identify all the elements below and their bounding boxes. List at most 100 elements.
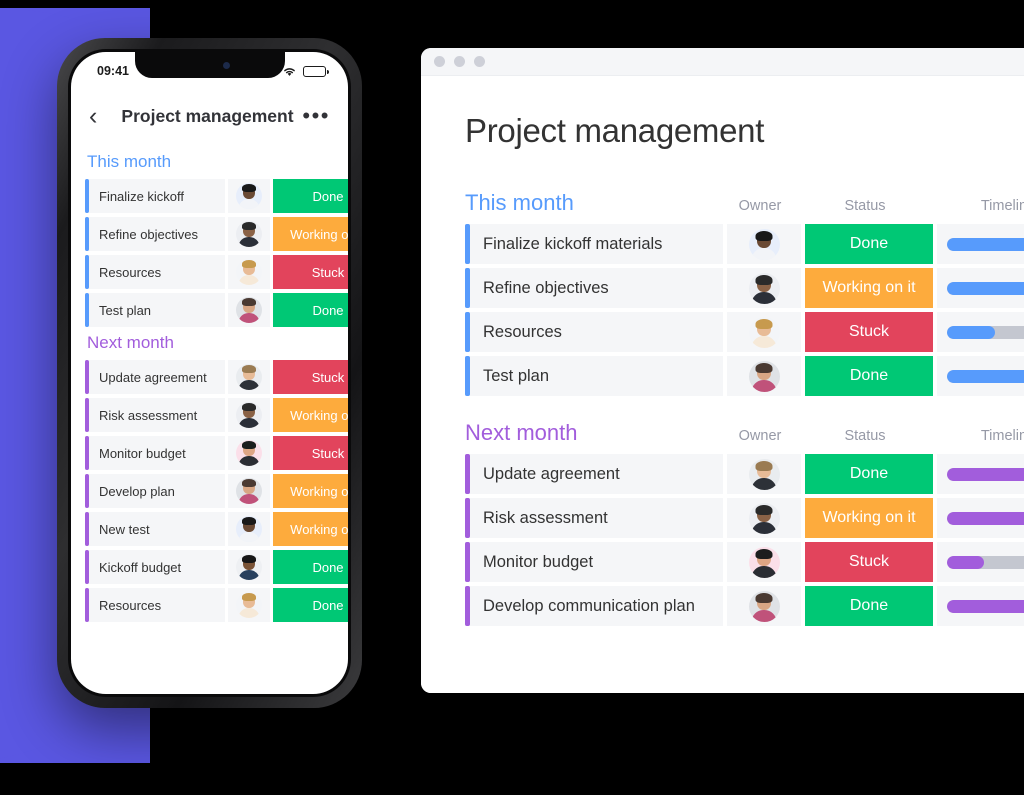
table-row[interactable]: Risk assessment Working on it [465, 498, 1024, 538]
phone-status-cell[interactable]: Done [273, 550, 348, 584]
timeline-track [947, 467, 1024, 481]
phone-status-cell[interactable]: Stuck [273, 360, 348, 394]
timeline-cell[interactable] [937, 542, 1024, 582]
window-minimize-dot[interactable] [454, 56, 465, 67]
phone-page-title: Project management [121, 105, 294, 126]
phone-task-name[interactable]: Finalize kickoff [85, 179, 225, 213]
phone-owner-cell[interactable] [228, 293, 270, 327]
phone-list-item[interactable]: Resources Done [85, 588, 348, 622]
phone-owner-cell[interactable] [228, 255, 270, 289]
task-name-cell[interactable]: Monitor budget [465, 542, 723, 582]
owner-cell[interactable] [727, 312, 801, 352]
table-row[interactable]: Update agreement Done [465, 454, 1024, 494]
status-cell[interactable]: Done [805, 356, 933, 396]
task-name-cell[interactable]: Test plan [465, 356, 723, 396]
table-row[interactable]: Develop communication plan Done [465, 586, 1024, 626]
phone-list-item[interactable]: Finalize kickoff Done [85, 179, 348, 213]
phone-task-name[interactable]: Test plan [85, 293, 225, 327]
phone-list-item[interactable]: Test plan Done [85, 293, 348, 327]
back-icon[interactable]: ‹ [89, 103, 115, 129]
timeline-cell[interactable] [937, 454, 1024, 494]
table-row[interactable]: Finalize kickoff materials Done [465, 224, 1024, 264]
phone-status-cell[interactable]: Stuck [273, 436, 348, 470]
table-row[interactable]: Refine objectives Working on it [465, 268, 1024, 308]
phone-owner-cell[interactable] [228, 436, 270, 470]
phone-owner-cell[interactable] [228, 179, 270, 213]
phone-owner-cell[interactable] [228, 360, 270, 394]
phone-task-name[interactable]: Monitor budget [85, 436, 225, 470]
avatar-woman-glasses [236, 516, 262, 542]
status-cell[interactable]: Stuck [805, 312, 933, 352]
task-name-cell[interactable]: Risk assessment [465, 498, 723, 538]
timeline-fill [947, 467, 1024, 481]
phone-list-item[interactable]: Refine objectives Working on it [85, 217, 348, 251]
phone-owner-cell[interactable] [228, 512, 270, 546]
task-name-cell[interactable]: Develop communication plan [465, 586, 723, 626]
timeline-fill [947, 555, 985, 569]
window-maximize-dot[interactable] [474, 56, 485, 67]
timeline-cell[interactable] [937, 312, 1024, 352]
phone-status-cell[interactable]: Working on it [273, 398, 348, 432]
phone-owner-cell[interactable] [228, 588, 270, 622]
phone-owner-cell[interactable] [228, 217, 270, 251]
phone-status-cell[interactable]: Working on it [273, 512, 348, 546]
phone-status-cell[interactable]: Working on it [273, 474, 348, 508]
owner-cell[interactable] [727, 356, 801, 396]
status-cell[interactable]: Working on it [805, 268, 933, 308]
phone-list-item[interactable]: Kickoff budget Done [85, 550, 348, 584]
owner-cell[interactable] [727, 542, 801, 582]
task-name-cell[interactable]: Refine objectives [465, 268, 723, 308]
phone-task-name[interactable]: Resources [85, 588, 225, 622]
phone-task-name[interactable]: Refine objectives [85, 217, 225, 251]
phone-list-item[interactable]: Monitor budget Stuck [85, 436, 348, 470]
phone-group-title[interactable]: This month [87, 152, 348, 172]
phone-status-cell[interactable]: Stuck [273, 255, 348, 289]
timeline-cell[interactable] [937, 224, 1024, 264]
task-name-cell[interactable]: Update agreement [465, 454, 723, 494]
timeline-cell[interactable] [937, 356, 1024, 396]
phone-owner-cell[interactable] [228, 550, 270, 584]
group-blue: This month Owner Status Timeline Finalize ki… [465, 186, 1024, 396]
status-cell[interactable]: Done [805, 454, 933, 494]
status-cell[interactable]: Working on it [805, 498, 933, 538]
group-title[interactable]: Next month [465, 420, 723, 446]
status-cell[interactable]: Done [805, 586, 933, 626]
phone-list-item[interactable]: New test Working on it [85, 512, 348, 546]
phone-task-name[interactable]: Develop plan [85, 474, 225, 508]
phone-task-name[interactable]: Kickoff budget [85, 550, 225, 584]
status-cell[interactable]: Done [805, 224, 933, 264]
owner-cell[interactable] [727, 268, 801, 308]
avatar-man-beard-dark [236, 402, 262, 428]
owner-cell[interactable] [727, 224, 801, 264]
phone-task-name[interactable]: Resources [85, 255, 225, 289]
timeline-cell[interactable] [937, 268, 1024, 308]
more-options-icon[interactable]: ••• [300, 105, 330, 127]
task-name-cell[interactable]: Resources [465, 312, 723, 352]
timeline-cell[interactable] [937, 586, 1024, 626]
phone-status-cell[interactable]: Working on it [273, 217, 348, 251]
phone-list-item[interactable]: Risk assessment Working on it [85, 398, 348, 432]
table-row[interactable]: Resources Stuck [465, 312, 1024, 352]
phone-list-item[interactable]: Update agreement Stuck [85, 360, 348, 394]
status-cell[interactable]: Stuck [805, 542, 933, 582]
table-row[interactable]: Monitor budget Stuck [465, 542, 1024, 582]
phone-status-cell[interactable]: Done [273, 179, 348, 213]
phone-status-cell[interactable]: Done [273, 293, 348, 327]
phone-owner-cell[interactable] [228, 398, 270, 432]
phone-task-name[interactable]: New test [85, 512, 225, 546]
phone-owner-cell[interactable] [228, 474, 270, 508]
phone-task-name[interactable]: Update agreement [85, 360, 225, 394]
table-row[interactable]: Test plan Done [465, 356, 1024, 396]
phone-task-name[interactable]: Risk assessment [85, 398, 225, 432]
group-title[interactable]: This month [465, 190, 723, 216]
phone-group-title[interactable]: Next month [87, 333, 348, 353]
task-name-cell[interactable]: Finalize kickoff materials [465, 224, 723, 264]
window-close-dot[interactable] [434, 56, 445, 67]
phone-list-item[interactable]: Resources Stuck [85, 255, 348, 289]
phone-list-item[interactable]: Develop plan Working on it [85, 474, 348, 508]
phone-status-cell[interactable]: Done [273, 588, 348, 622]
timeline-cell[interactable] [937, 498, 1024, 538]
owner-cell[interactable] [727, 498, 801, 538]
owner-cell[interactable] [727, 586, 801, 626]
owner-cell[interactable] [727, 454, 801, 494]
